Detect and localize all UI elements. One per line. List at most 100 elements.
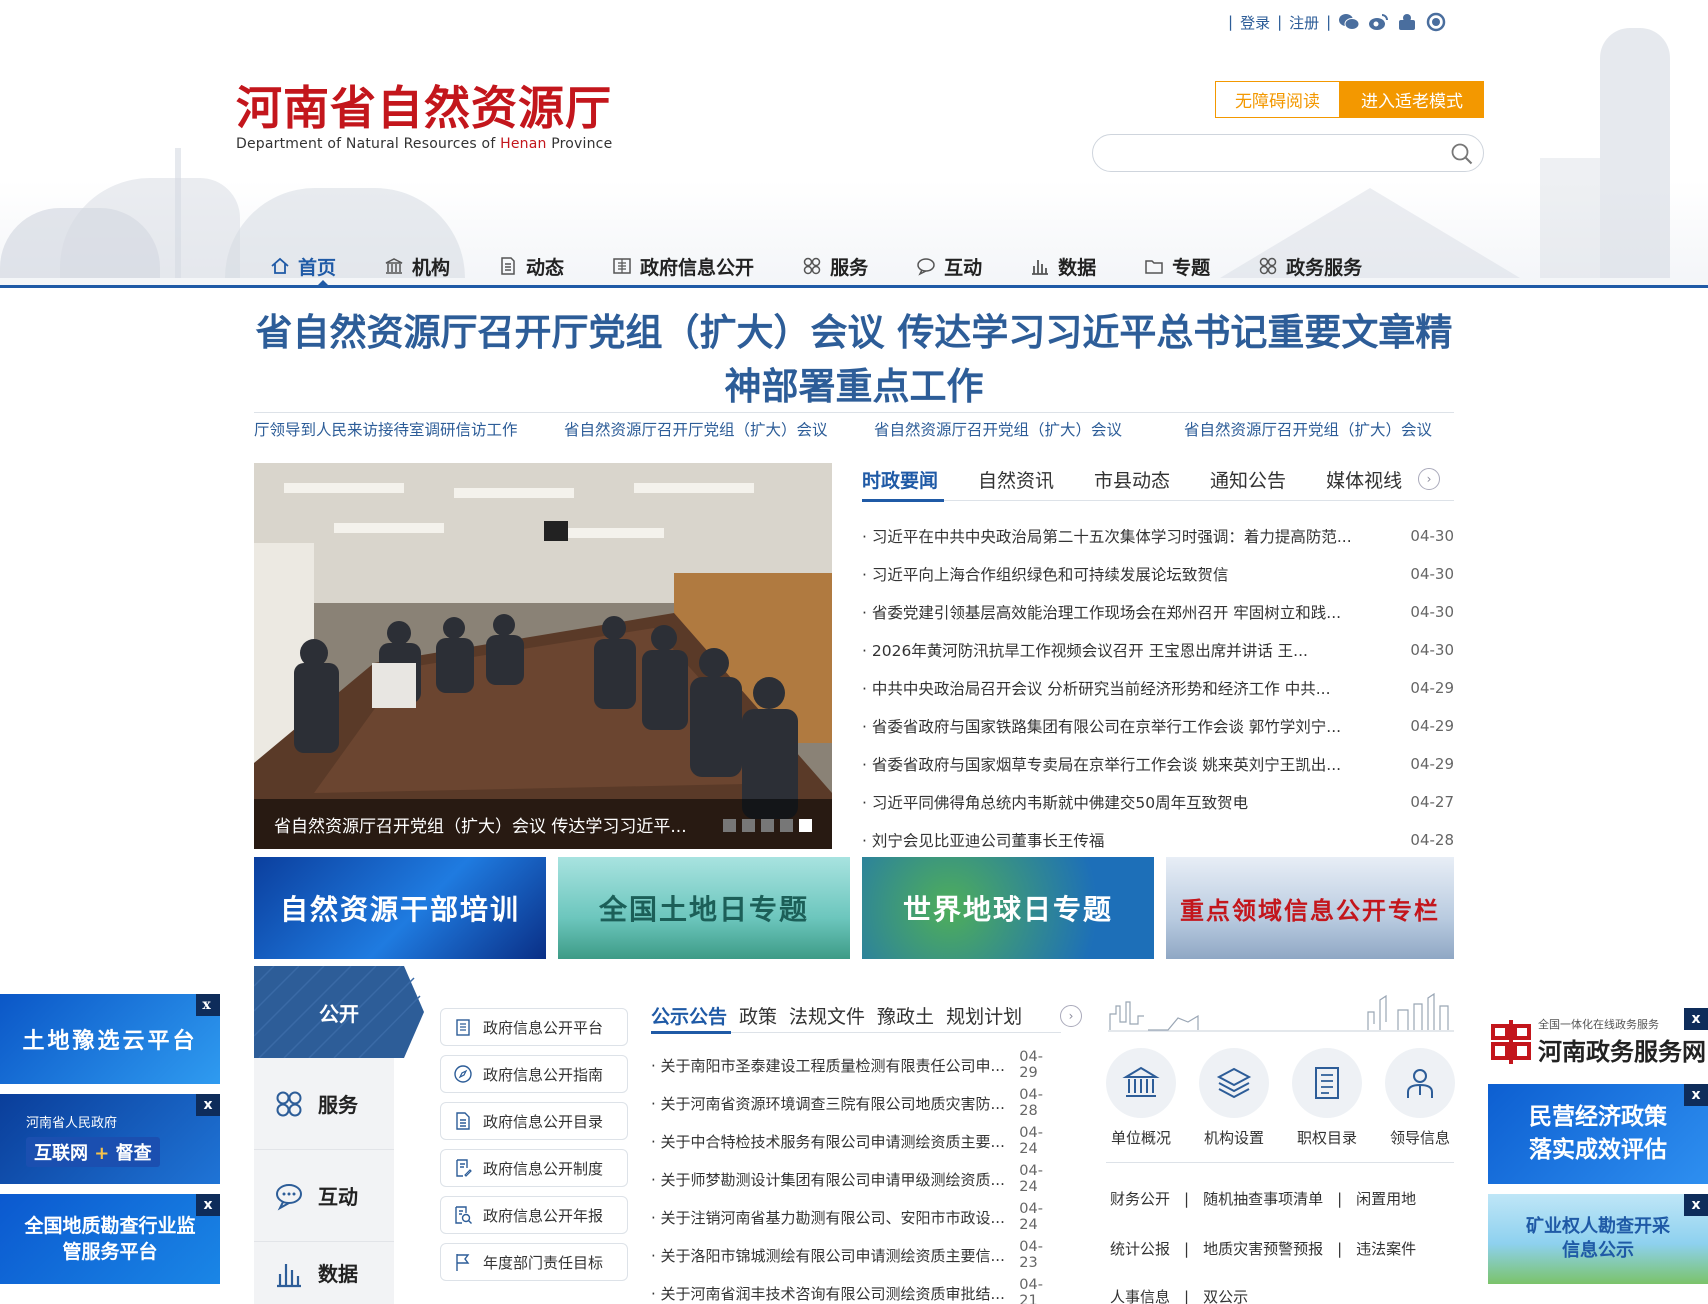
login-link[interactable]: 登录 xyxy=(1240,12,1270,33)
register-link[interactable]: 注册 xyxy=(1289,12,1319,33)
news-date: 04-27 xyxy=(1410,793,1454,811)
section-tab-data[interactable]: 数据 xyxy=(254,1242,394,1304)
annual-target-link[interactable]: 年度部门责任目标 xyxy=(440,1243,628,1281)
nav-item-news[interactable]: 动态 xyxy=(498,248,564,284)
float-mining-rights-info[interactable]: 矿业权人勘查开采信息公示 x xyxy=(1488,1194,1708,1284)
tab-policy[interactable]: 政策 xyxy=(739,1002,777,1029)
gov-info-label: 政府信息公开年报 xyxy=(483,1206,604,1225)
list-item[interactable]: · 关于南阳市圣泰建设工程质量检测有限责任公司申... 04-29 xyxy=(651,1046,1061,1084)
search-icon[interactable] xyxy=(1451,143,1473,165)
float-land-cloud-platform[interactable]: 土地豫选云平台 x xyxy=(0,994,220,1084)
gov-info-guide-link[interactable]: 政府信息公开指南 xyxy=(440,1055,628,1093)
quick-link[interactable]: 闲置用地 xyxy=(1356,1188,1416,1209)
nav-item-gov-service[interactable]: 政务服务 xyxy=(1258,248,1362,284)
list-item[interactable]: · 2026年黄河防汛抗旱工作视频会议召开 王宝恩出席并讲话 王... 04-30 xyxy=(862,631,1454,669)
float-henan-gov-service[interactable]: 全国一体化在线政务服务 河南政务服务网 x xyxy=(1488,1008,1708,1074)
list-item[interactable]: · 关于河南省资源环境调查三院有限公司地质灾害防... 04-28 xyxy=(651,1084,1061,1122)
quick-link[interactable]: 财务公开 xyxy=(1110,1188,1170,1209)
tab-nature-news[interactable]: 自然资讯 xyxy=(978,466,1054,493)
quick-link[interactable]: 随机抽查事项清单 xyxy=(1203,1188,1323,1209)
nav-item-data[interactable]: 数据 xyxy=(1030,248,1096,284)
gov-info-catalog-link[interactable]: 政府信息公开目录 xyxy=(440,1102,628,1140)
list-item[interactable]: · 省委党建引领基层高效能治理工作现场会在郑州召开 牢固树立和践... 04-30 xyxy=(862,593,1454,631)
carousel-dot[interactable] xyxy=(742,819,755,832)
list-item[interactable]: · 省委省政府与国家烟草专卖局在京举行工作会谈 姚来英刘宁王凯出... 04-29 xyxy=(862,745,1454,783)
nav-item-organization[interactable]: 机构 xyxy=(384,248,450,284)
banner-land-day[interactable]: 全国土地日专题 xyxy=(558,857,850,959)
quick-link[interactable]: 违法案件 xyxy=(1356,1238,1416,1259)
sub-headline-link[interactable]: 省自然资源厅召开党组（扩大）会议 xyxy=(1184,418,1454,440)
carousel-dot[interactable] xyxy=(723,819,736,832)
section-tab-open[interactable]: 公开 xyxy=(254,966,424,1058)
banner-key-info[interactable]: 重点领域信息公开专栏 xyxy=(1166,857,1454,959)
sub-headline-link[interactable]: 省自然资源厅召开党组（扩大）会议 xyxy=(874,418,1144,440)
carousel-dot[interactable] xyxy=(780,819,793,832)
quick-link[interactable]: 人事信息 xyxy=(1110,1286,1170,1304)
nav-item-interaction[interactable]: 互动 xyxy=(916,248,982,284)
list-item[interactable]: · 中共中央政治局召开会议 分析研究当前经济形势和经济工作 中共... 04-29 xyxy=(862,669,1454,707)
float-private-economy-eval[interactable]: 民营经济政策落实成效评估 x xyxy=(1488,1084,1708,1184)
list-item[interactable]: · 关于洛阳市锦城测绘有限公司申请测绘资质主要信... 04-23 xyxy=(651,1236,1061,1274)
list-item[interactable]: · 关于注销河南省基力勘测有限公司、安阳市市政设... 04-24 xyxy=(651,1198,1061,1236)
top-links: | 登录 | 注册 | xyxy=(1228,10,1447,34)
carousel-dot[interactable] xyxy=(761,819,774,832)
list-item[interactable]: · 刘宁会见比亚迪公司董事长王传福 04-28 xyxy=(862,821,1454,859)
leader-info-button[interactable] xyxy=(1385,1048,1455,1118)
close-icon[interactable]: x xyxy=(1684,1194,1708,1216)
weibo-icon[interactable] xyxy=(1367,12,1389,32)
tab-regulations[interactable]: 法规文件 xyxy=(789,1002,865,1029)
chevron-right-icon[interactable]: › xyxy=(1418,468,1441,490)
chevron-right-icon[interactable]: › xyxy=(1060,1004,1083,1027)
quick-link[interactable]: 统计公报 xyxy=(1110,1238,1170,1259)
quick-link[interactable]: 地质灾害预警预报 xyxy=(1203,1238,1323,1259)
carousel-dot-active[interactable] xyxy=(799,819,812,832)
search-input[interactable] xyxy=(1092,134,1484,172)
list-item[interactable]: · 关于师梦勘测设计集团有限公司申请甲级测绘资质... 04-24 xyxy=(651,1160,1061,1198)
gov-info-platform-link[interactable]: 政府信息公开平台 xyxy=(440,1008,628,1046)
headset-icon[interactable] xyxy=(1425,12,1447,32)
sub-headline-link[interactable]: 省自然资源厅召开厅党组（扩大）会议 xyxy=(564,418,834,440)
site-logo-title[interactable]: 河南省自然资源厅 xyxy=(236,82,612,134)
tab-current-affairs[interactable]: 时政要闻 xyxy=(862,466,938,493)
unit-overview-button[interactable] xyxy=(1106,1048,1176,1118)
section-tab-service[interactable]: 服务 xyxy=(254,1058,394,1150)
section-tab-interaction[interactable]: 互动 xyxy=(254,1150,394,1242)
list-item[interactable]: · 关于中合特检技术服务有限公司申请测绘资质主要... 04-24 xyxy=(651,1122,1061,1160)
gov-info-rules-link[interactable]: 政府信息公开制度 xyxy=(440,1149,628,1187)
tab-announcements[interactable]: 公示公告 xyxy=(651,1002,727,1029)
tab-notices[interactable]: 通知公告 xyxy=(1210,466,1286,493)
tab-media[interactable]: 媒体视线 xyxy=(1326,466,1402,493)
nav-item-topics[interactable]: 专题 xyxy=(1144,248,1210,284)
quick-link[interactable]: 双公示 xyxy=(1203,1286,1248,1304)
float-geo-survey-platform[interactable]: 全国地质勘查行业监管服务平台 x xyxy=(0,1194,220,1284)
news-carousel[interactable]: 省自然资源厅召开党组（扩大）会议 传达学习习近平... xyxy=(254,463,832,849)
app-icon[interactable] xyxy=(1396,12,1418,32)
nav-item-home[interactable]: 首页 xyxy=(270,248,336,284)
close-icon[interactable]: x xyxy=(1684,1084,1708,1106)
list-item[interactable]: · 关于河南省润丰技术咨询有限公司测绘资质审批结... 04-21 xyxy=(651,1274,1061,1304)
close-icon[interactable]: x xyxy=(1684,1008,1708,1030)
banner-earth-day[interactable]: 世界地球日专题 xyxy=(862,857,1154,959)
accessible-reading-button[interactable]: 无障碍阅读 xyxy=(1215,81,1340,118)
list-item[interactable]: · 习近平向上海合作组织绿色和可持续发展论坛致贺信 04-30 xyxy=(862,555,1454,593)
list-item[interactable]: · 习近平同佛得角总统内韦斯就中佛建交50周年互致贺电 04-27 xyxy=(862,783,1454,821)
close-icon[interactable]: x xyxy=(196,1194,220,1216)
list-item[interactable]: · 省委省政府与国家铁路集团有限公司在京举行工作会谈 郭竹学刘宁... 04-29 xyxy=(862,707,1454,745)
gov-info-annual-report-link[interactable]: 政府信息公开年报 xyxy=(440,1196,628,1234)
list-item[interactable]: · 习近平在中共中央政治局第二十五次集体学习时强调：着力提高防范... 04-30 xyxy=(862,517,1454,555)
wechat-icon[interactable] xyxy=(1338,12,1360,32)
close-icon[interactable]: x xyxy=(196,1094,220,1116)
float-internet-supervision[interactable]: 河南省人民政府 互联网 + 督查 x xyxy=(0,1094,220,1184)
authority-catalog-button[interactable] xyxy=(1292,1048,1362,1118)
headline-title[interactable]: 省自然资源厅召开厅党组（扩大）会议 传达学习习近平总书记重要文章精神部署重点工作 xyxy=(254,306,1454,414)
tab-planning[interactable]: 规划计划 xyxy=(946,1002,1022,1029)
org-structure-button[interactable] xyxy=(1199,1048,1269,1118)
banner-cadre-training[interactable]: 自然资源干部培训 xyxy=(254,857,546,959)
nav-item-service[interactable]: 服务 xyxy=(802,248,868,284)
elder-mode-button[interactable]: 进入适老模式 xyxy=(1340,81,1484,118)
sub-headline-link[interactable]: 厅领导到人民来访接待室调研信访工作 xyxy=(254,418,524,440)
tab-yuzhengtu[interactable]: 豫政土 xyxy=(877,1002,934,1029)
nav-item-gov-info[interactable]: 政府信息公开 xyxy=(612,248,754,284)
tab-county-news[interactable]: 市县动态 xyxy=(1094,466,1170,493)
close-icon[interactable]: x xyxy=(196,994,220,1016)
